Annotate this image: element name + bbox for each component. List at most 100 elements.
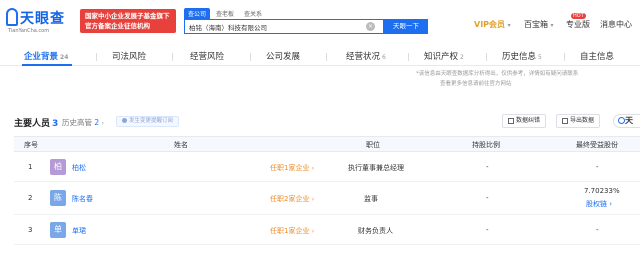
col-header-share: 持股比例 xyxy=(472,141,500,149)
divider xyxy=(326,53,327,61)
chevron-right-icon: › xyxy=(101,120,104,127)
baibao-label: 百宝箱 xyxy=(524,20,548,29)
search-box: × xyxy=(184,19,384,34)
tab-count: 2 xyxy=(460,54,464,61)
divider xyxy=(96,53,97,61)
tab-enterprise-background[interactable]: 企业背景 24 xyxy=(24,50,68,62)
divider xyxy=(250,53,251,61)
tab-operating-risk[interactable]: 经营风险 xyxy=(190,50,224,62)
benefit-text: 7.70233% xyxy=(584,187,620,195)
entity-label: 任职1家企业 xyxy=(270,227,310,235)
divider xyxy=(408,53,409,61)
vip-menu[interactable]: VIP会员 ▾ xyxy=(474,19,511,30)
affiliated-entities-link[interactable]: 任职2家企业 › xyxy=(270,194,314,204)
table-row: 1 柏 柏松 任职1家企业 › 执行董事兼总经理 - - xyxy=(14,152,640,182)
tab-count: 5 xyxy=(538,54,542,61)
chevron-right-icon: › xyxy=(311,165,315,172)
side-logo-tab[interactable]: 天 xyxy=(613,114,640,128)
tab-self-info[interactable]: 自主信息 xyxy=(580,50,614,62)
promo-banner[interactable]: 国家中小企业发展子基金旗下 官方备案企业征信机构 xyxy=(80,9,176,33)
divider xyxy=(486,53,487,61)
tab-label: 历史信息 xyxy=(502,52,537,62)
col-header-name: 姓名 xyxy=(174,141,188,149)
position-text: 执行董事兼总经理 xyxy=(348,164,404,172)
tab-history-info[interactable]: 历史信息 5 xyxy=(502,50,542,62)
logo-mark-icon xyxy=(618,117,625,124)
tab-judicial-risk[interactable]: 司法风险 xyxy=(112,50,146,62)
vip-label: VIP会员 xyxy=(474,20,506,29)
row-index: 2 xyxy=(28,194,33,202)
search-tab-company[interactable]: 查公司 xyxy=(184,8,211,19)
divider xyxy=(172,53,173,61)
avatar: 柏 xyxy=(50,159,66,175)
messages-link[interactable]: 消息中心 xyxy=(600,19,632,30)
tab-label: 司法风险 xyxy=(112,52,147,62)
section-title-label: 主要人员 xyxy=(14,119,51,129)
avatar: 单 xyxy=(50,222,66,238)
clear-icon[interactable]: × xyxy=(366,22,375,31)
promo-line2: 官方备案企业征信机构 xyxy=(85,22,150,30)
edit-icon xyxy=(508,117,514,124)
share-text: - xyxy=(486,194,489,202)
disclaimer-text-2: 查看更多信息请前往官方网站 xyxy=(440,81,512,87)
export-data-button[interactable]: 导出数据 xyxy=(556,114,601,128)
change-reminder-chip[interactable]: 发生变更提醒订阅 xyxy=(116,116,180,127)
avatar: 陈 xyxy=(50,190,66,206)
logo-text: 天眼查 xyxy=(20,11,65,27)
chip-label: 发生变更提醒订阅 xyxy=(129,118,174,124)
logo[interactable]: 天眼查 TianYanCha.com xyxy=(6,8,76,34)
affiliated-entities-link[interactable]: 任职1家企业 › xyxy=(270,226,314,236)
button-label: 数据纠错 xyxy=(516,117,541,124)
personnel-table: 序号 姓名 职位 持股比例 最终受益股份 1 柏 柏松 任职1家企业 › 执行董… xyxy=(14,136,640,245)
person-name-link[interactable]: 柏松 xyxy=(72,163,86,173)
tab-intellectual-property[interactable]: 知识产权 2 xyxy=(424,50,464,62)
history-count: 2 xyxy=(94,118,100,127)
chevron-right-icon: › xyxy=(311,228,315,235)
chevron-right-icon: › xyxy=(311,196,315,203)
affiliated-entities-link[interactable]: 任职1家企业 › xyxy=(270,163,314,173)
search-tab-relation[interactable]: 查关系 xyxy=(240,8,266,19)
tab-label: 企业背景 xyxy=(24,52,59,62)
button-label: 导出数据 xyxy=(570,117,595,124)
chevron-down-icon: ▾ xyxy=(550,22,554,29)
col-header-position: 职位 xyxy=(366,141,380,149)
export-icon xyxy=(562,117,568,124)
pro-link[interactable]: 专业版 xyxy=(566,19,590,30)
benefit-text: - xyxy=(596,226,599,234)
disclaimer-text: *该信息由天眼查数据库分析得出，仅供参考，详情如有疑问请联系 xyxy=(416,71,579,77)
section-title: 主要人员 3 xyxy=(14,116,58,129)
tab-label: 经营状况 xyxy=(346,52,381,62)
position-text: 财务负责人 xyxy=(358,227,393,235)
position-text: 监事 xyxy=(364,195,378,203)
top-header: 天眼查 TianYanCha.com 国家中小企业发展子基金旗下 官方备案企业征… xyxy=(0,0,640,40)
data-correction-button[interactable]: 数据纠错 xyxy=(502,114,547,128)
tab-company-development[interactable]: 公司发展 xyxy=(266,50,300,62)
equity-chain-link[interactable]: 股权链 › xyxy=(586,199,612,209)
table-row: 2 陈 陈名春 任职2家企业 › 监事 - 7.70233% 股权链 › xyxy=(14,182,640,215)
tab-label: 自主信息 xyxy=(580,52,615,62)
benefit-text: - xyxy=(596,163,599,171)
tab-count: 6 xyxy=(382,54,386,61)
logo-mark-icon xyxy=(6,8,18,26)
side-logo-label: 天 xyxy=(625,116,633,125)
person-name-link[interactable]: 单珺 xyxy=(72,226,86,236)
logo-subtitle: TianYanCha.com xyxy=(8,28,50,34)
tab-operating-status[interactable]: 经营状况 6 xyxy=(346,50,386,62)
col-header-benefit: 最终受益股份 xyxy=(576,141,618,149)
bell-icon xyxy=(122,118,127,123)
share-text: - xyxy=(486,226,489,234)
row-index: 1 xyxy=(28,163,33,171)
active-tab-indicator xyxy=(22,64,72,66)
table-row: 3 单 单珺 任职1家企业 › 财务负责人 - - xyxy=(14,215,640,245)
divider xyxy=(564,53,565,61)
section-tabs: 企业背景 24 司法风险 经营风险 公司发展 经营状况 6 知识产权 2 历史信息 5 … xyxy=(0,44,640,66)
search-tabs: 查公司 查老板 查关系 xyxy=(184,8,266,19)
search-button[interactable]: 天眼一下 xyxy=(384,19,428,34)
tab-label: 知识产权 xyxy=(424,52,459,62)
table-header: 序号 姓名 职位 持股比例 最终受益股份 xyxy=(14,137,640,152)
search-tab-boss[interactable]: 查老板 xyxy=(212,8,238,19)
baibao-menu[interactable]: 百宝箱 ▾ xyxy=(524,19,554,30)
person-name-link[interactable]: 陈名春 xyxy=(72,194,93,204)
history-executives-link[interactable]: 历史高管 2 › xyxy=(62,117,104,128)
search-input[interactable] xyxy=(185,20,365,33)
